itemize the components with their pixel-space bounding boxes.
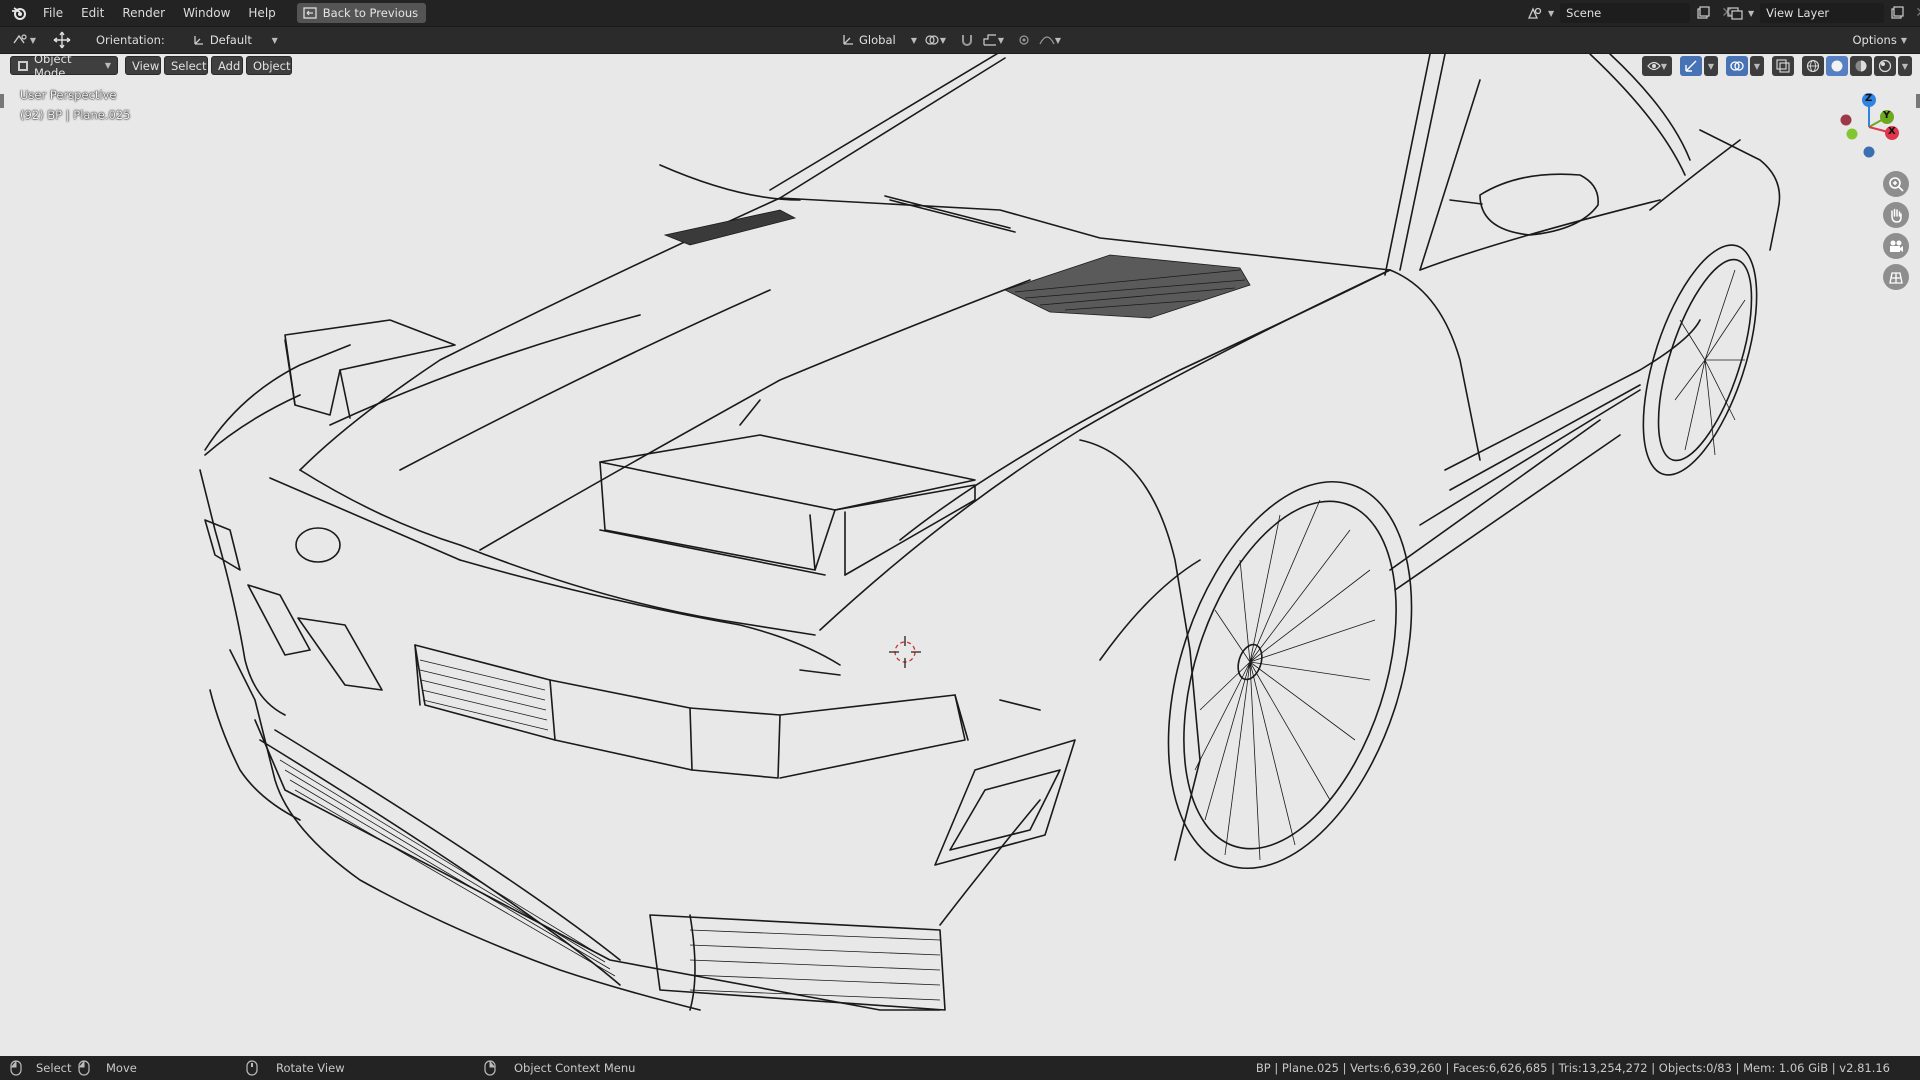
mouse-right-icon xyxy=(484,1060,496,1076)
shading-rendered-icon[interactable] xyxy=(1874,56,1896,76)
viewport-menu-add-label: Add xyxy=(218,58,241,73)
3d-viewport[interactable]: Object Mode ▼ View Select Add Object Use… xyxy=(0,54,1920,1056)
intake-hatching xyxy=(279,659,941,1001)
status-move-label: Move xyxy=(106,1061,137,1075)
scene-icon[interactable] xyxy=(1524,3,1546,23)
gizmo-x-label: X xyxy=(1888,126,1896,137)
mouse-drag-icon xyxy=(76,1060,92,1076)
navigation-gizmo[interactable]: Z Y X xyxy=(1835,92,1905,162)
global-axes-icon xyxy=(841,33,855,47)
options-label: Options xyxy=(1852,33,1897,47)
blender-logo-icon[interactable] xyxy=(4,2,34,24)
menu-help[interactable]: Help xyxy=(239,2,284,24)
viewport-menu-select[interactable]: Select xyxy=(164,56,208,75)
viewport-menu-object[interactable]: Object xyxy=(246,56,292,75)
menu-edit[interactable]: Edit xyxy=(72,2,113,24)
scene-statistics: BP | Plane.025 | Verts:6,639,260 | Faces… xyxy=(1255,1061,1890,1075)
move-tool-icon[interactable] xyxy=(48,30,76,50)
mouse-middle-icon xyxy=(246,1060,258,1076)
tool-header: ▼ Orientation: Default ▼ Global ▼ ▼ ▼ ▼ … xyxy=(0,27,1920,54)
3d-cursor xyxy=(889,636,921,668)
view-layer-icon[interactable] xyxy=(1724,3,1746,23)
top-menu-bar: File Edit Render Window Help Back to Pre… xyxy=(0,0,1920,27)
new-view-layer-icon[interactable] xyxy=(1886,3,1908,23)
overlays-toggle-icon[interactable] xyxy=(1726,56,1748,76)
snap-target-icon[interactable]: ▼ xyxy=(978,30,1008,50)
viewport-menu-object-label: Object xyxy=(253,58,291,73)
shading-wireframe-icon[interactable] xyxy=(1802,56,1824,76)
orientation-chevron-icon: ▼ xyxy=(271,35,278,45)
proportional-editing-icon[interactable] xyxy=(1013,30,1035,50)
menu-render[interactable]: Render xyxy=(113,2,174,24)
xray-toggle-icon[interactable] xyxy=(1772,56,1794,76)
zoom-icon[interactable] xyxy=(1883,171,1909,197)
scene-dropdown-chevron-icon[interactable]: ▼ xyxy=(1548,9,1554,18)
active-object-label: (92) BP | Plane.025 xyxy=(20,108,131,122)
gizmo-z-label: Z xyxy=(1865,93,1873,104)
pan-hand-icon[interactable] xyxy=(1883,202,1909,228)
perspective-label: User Perspective xyxy=(20,88,117,102)
gizmo-toggle-icon[interactable] xyxy=(1680,56,1702,76)
status-select-label: Select xyxy=(36,1061,72,1075)
object-mode-dropdown[interactable]: Object Mode ▼ xyxy=(10,54,118,80)
shading-material-icon[interactable] xyxy=(1850,56,1872,76)
visibility-eye-icon[interactable]: ▼ xyxy=(1642,56,1672,76)
transform-space-value: Global xyxy=(859,33,896,47)
object-mode-chevron-icon: ▼ xyxy=(104,61,111,70)
object-mode-icon xyxy=(17,60,29,72)
scene-name-field[interactable]: Scene xyxy=(1560,3,1691,23)
options-chevron-icon: ▼ xyxy=(1900,35,1907,45)
new-scene-icon[interactable] xyxy=(1692,3,1714,23)
viewport-menu-view-label: View xyxy=(132,58,160,73)
view-layer-dropdown-chevron-icon[interactable]: ▼ xyxy=(1748,9,1754,18)
shading-dropdown-icon[interactable]: ▼ xyxy=(1898,56,1912,76)
orientation-dropdown[interactable]: Default ▼ xyxy=(187,30,283,50)
transform-space-chevron-icon: ▼ xyxy=(910,35,917,45)
status-rotate-label: Rotate View xyxy=(276,1061,345,1075)
transform-space-dropdown[interactable]: Global ▼ xyxy=(836,30,922,50)
wheel-spokes xyxy=(1194,269,1746,861)
menu-window[interactable]: Window xyxy=(174,2,239,24)
editor-type-icon[interactable]: ▼ xyxy=(8,30,40,50)
object-mode-label: Object Mode xyxy=(34,54,72,80)
overlays-dropdown-icon[interactable]: ▼ xyxy=(1750,56,1764,76)
status-bar: Select Move Rotate View Object Context M… xyxy=(0,1056,1920,1080)
viewport-menu-select-label: Select xyxy=(171,58,207,73)
camera-view-icon[interactable] xyxy=(1883,233,1909,259)
view-layer-field[interactable]: View Layer xyxy=(1760,3,1885,23)
mouse-left-icon xyxy=(10,1060,22,1076)
car-wireframe-drawing xyxy=(199,54,1781,1011)
perspective-toggle-icon[interactable] xyxy=(1883,264,1909,290)
back-to-previous-button[interactable]: Back to Previous xyxy=(296,3,427,23)
status-context-menu-label: Object Context Menu xyxy=(514,1061,636,1075)
falloff-icon[interactable]: ▼ xyxy=(1035,30,1065,50)
viewport-menu-add[interactable]: Add xyxy=(211,56,243,75)
shading-solid-icon[interactable] xyxy=(1826,56,1848,76)
remove-view-layer-icon[interactable]: ✕ xyxy=(1910,3,1920,23)
toolbar-region-toggle[interactable] xyxy=(0,94,4,108)
screen-icon xyxy=(303,7,317,19)
gizmo-dropdown-icon[interactable]: ▼ xyxy=(1704,56,1718,76)
menu-file[interactable]: File xyxy=(34,2,72,24)
sidebar-region-toggle[interactable] xyxy=(1916,94,1920,108)
gizmo-y-label: Y xyxy=(1883,110,1891,121)
transform-orientation-icon xyxy=(192,33,206,47)
view-layer-name: View Layer xyxy=(1766,6,1830,20)
viewport-menu-view[interactable]: View xyxy=(125,56,161,75)
orientation-value: Default xyxy=(209,33,252,47)
pivot-point-icon[interactable]: ▼ xyxy=(920,30,950,50)
options-dropdown[interactable]: Options ▼ xyxy=(1846,30,1912,50)
snap-toggle-icon[interactable] xyxy=(956,30,978,50)
back-to-previous-label: Back to Previous xyxy=(322,6,419,20)
orientation-label: Orientation: xyxy=(96,33,165,47)
scene-name: Scene xyxy=(1566,6,1602,20)
